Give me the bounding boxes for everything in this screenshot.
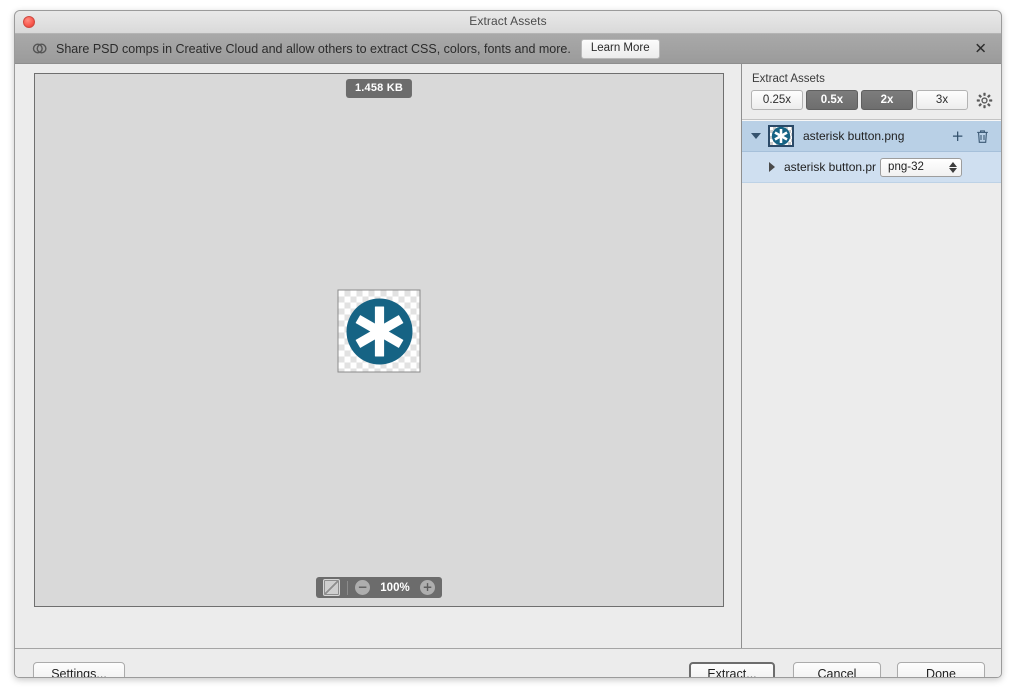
- asset-thumbnail: [768, 125, 794, 147]
- extract-assets-panel: Extract Assets 0.25x 0.5x 2x 3x asterisk…: [741, 64, 1001, 648]
- stepper-arrows-icon: [945, 159, 961, 176]
- preview-area: 1.458 KB − 100% +: [15, 64, 741, 648]
- banner-message: Share PSD comps in Creative Cloud and al…: [56, 41, 571, 56]
- file-size-badge: 1.458 KB: [345, 79, 413, 98]
- creative-cloud-icon: [32, 43, 47, 54]
- learn-more-button[interactable]: Learn More: [580, 38, 660, 59]
- scale-button-3x[interactable]: 3x: [916, 90, 968, 110]
- panel-empty-area: [742, 260, 1001, 648]
- asset-name-label: asterisk button.png: [803, 129, 905, 143]
- screenshot-root: Extract Assets Share PSD comps in Creati…: [0, 0, 1014, 690]
- extract-assets-window: Extract Assets Share PSD comps in Creati…: [14, 10, 1002, 678]
- asset-list-item[interactable]: asterisk button.png +: [742, 121, 1001, 152]
- dialog-body: 1.458 KB − 100% + Extract Assets 0.25x 0…: [15, 64, 1001, 648]
- sub-asset-name-label: asterisk button.pr: [784, 160, 877, 174]
- preview-canvas[interactable]: 1.458 KB − 100% +: [34, 73, 724, 607]
- gear-icon[interactable]: [976, 92, 993, 109]
- asset-preview[interactable]: [337, 289, 421, 373]
- delete-asset-icon[interactable]: [976, 129, 989, 144]
- disclosure-triangle-expanded-icon[interactable]: [751, 133, 761, 139]
- cancel-button[interactable]: Cancel: [793, 662, 881, 677]
- extract-button[interactable]: Extract...: [689, 662, 775, 677]
- scale-options-row: 0.25x 0.5x 2x 3x: [742, 90, 1001, 110]
- zoom-in-button[interactable]: +: [420, 580, 435, 595]
- disclosure-triangle-collapsed-icon[interactable]: [769, 162, 775, 172]
- asterisk-button-thumbnail-icon: [771, 126, 791, 146]
- panel-title: Extract Assets: [752, 73, 825, 85]
- settings-button[interactable]: Settings...: [33, 662, 125, 677]
- zoom-divider: [347, 580, 348, 595]
- window-title: Extract Assets: [469, 14, 547, 28]
- done-button[interactable]: Done: [897, 662, 985, 677]
- zoom-out-button[interactable]: −: [355, 580, 370, 595]
- window-titlebar: Extract Assets: [15, 11, 1001, 34]
- fit-to-screen-icon[interactable]: [323, 579, 340, 596]
- promo-banner: Share PSD comps in Creative Cloud and al…: [15, 34, 1001, 64]
- zoom-level-label: 100%: [380, 581, 410, 594]
- banner-close-icon[interactable]: ✕: [974, 41, 987, 56]
- scale-button-2x[interactable]: 2x: [861, 90, 913, 110]
- asterisk-button-icon: [346, 298, 412, 364]
- scale-button-025x[interactable]: 0.25x: [751, 90, 803, 110]
- asset-row-actions: +: [951, 128, 1001, 144]
- asset-sub-item[interactable]: asterisk button.pr png-32: [742, 152, 1001, 183]
- zoom-toolbar: − 100% +: [316, 577, 442, 598]
- scale-button-05x[interactable]: 0.5x: [806, 90, 858, 110]
- format-select-value: png-32: [888, 161, 924, 173]
- format-select[interactable]: png-32: [880, 157, 963, 177]
- dialog-footer: Settings... Extract... Cancel Done: [15, 648, 1001, 677]
- add-asset-icon[interactable]: +: [951, 128, 964, 144]
